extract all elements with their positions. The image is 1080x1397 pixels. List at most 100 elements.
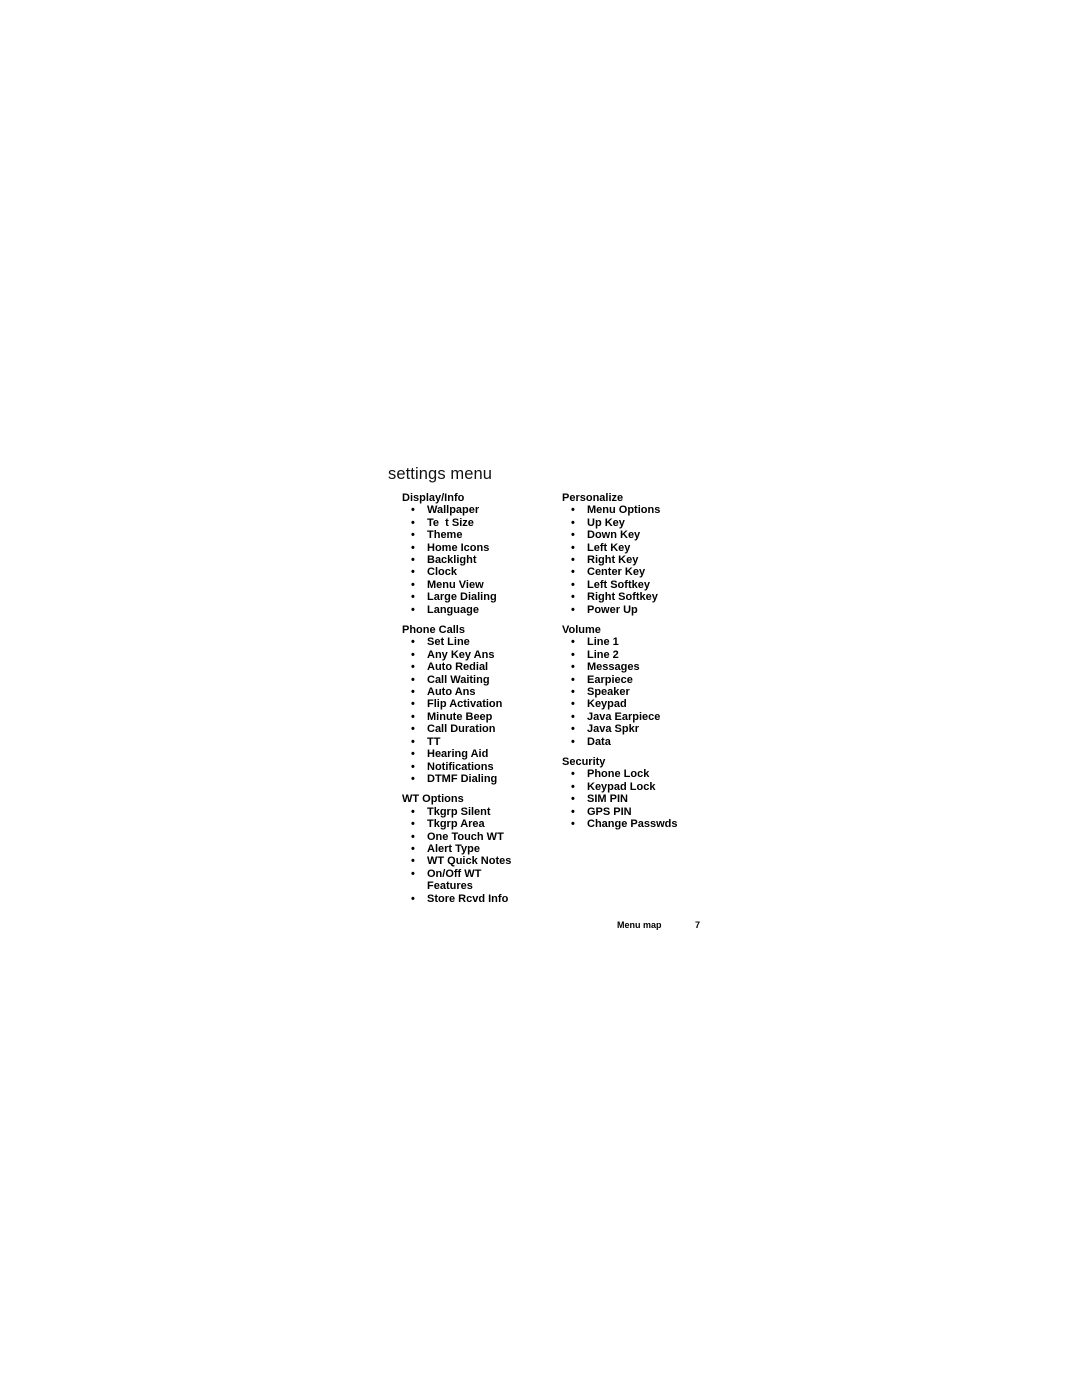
menu-item-label: Alert Type	[427, 842, 480, 855]
bullet-icon: •	[571, 686, 575, 699]
menu-item-list: • Set Line • Any Key Ans • Auto Redial • Call W…	[402, 636, 552, 785]
right-column: Personalize • Menu Options • Up Key • Down Key…	[562, 492, 712, 839]
menu-item: • Tkgrp Area	[402, 818, 527, 830]
menu-item-list: • Wallpaper • Te t Size • Theme • Home Icons • Ba…	[402, 504, 552, 616]
menu-item: • Wallpaper	[402, 504, 527, 516]
page-footer: Menu map 7	[617, 920, 700, 930]
page-number: 7	[695, 920, 701, 930]
section-heading: Display/Info	[402, 492, 465, 504]
bullet-icon: •	[571, 673, 575, 686]
menu-item-label: TT	[427, 735, 441, 748]
bullet-icon: •	[411, 710, 415, 723]
section-heading: WT Options	[402, 793, 464, 806]
bullet-icon: •	[411, 805, 415, 818]
bullet-icon: •	[411, 541, 415, 554]
bullet-icon: •	[411, 748, 415, 761]
bullet-icon: •	[411, 760, 415, 773]
menu-item-label: Line 2	[587, 648, 619, 661]
menu-item-label: Data	[587, 735, 611, 748]
menu-item: • Line 2	[562, 649, 687, 661]
bullet-icon: •	[411, 772, 415, 785]
menu-item-label: Keypad Lock	[587, 780, 656, 793]
menu-item: • Call Duration	[402, 723, 527, 735]
bullet-icon: •	[411, 830, 415, 843]
bullet-icon: •	[411, 566, 415, 579]
menu-item-label: Minute Beep	[427, 710, 493, 723]
menu-item-label: Any Key Ans	[427, 648, 495, 661]
menu-item-label: Earpiece	[587, 673, 633, 686]
menu-item: • GPS PIN	[562, 806, 687, 818]
menu-item: • Keypad	[562, 698, 687, 710]
menu-item: • Left Key	[562, 542, 687, 554]
menu-item: • Java Spkr	[562, 723, 687, 735]
menu-section-wt-options: WT Options • Tkgrp Silent • Tkgrp Area • One T…	[402, 793, 552, 905]
menu-item: • Change Passwds	[562, 818, 687, 830]
menu-item-label: Speaker	[587, 686, 630, 699]
section-heading: Phone Calls	[402, 624, 465, 637]
menu-item: • Menu Options	[562, 504, 687, 516]
menu-item-label: Menu Options	[587, 504, 661, 517]
menu-item-list: • Menu Options • Up Key • Down Key • Left Key • R…	[562, 504, 712, 616]
bullet-icon: •	[571, 541, 575, 554]
menu-item-label: Keypad	[587, 698, 627, 711]
menu-item: • Phone Lock	[562, 768, 687, 780]
menu-item: • Backlight	[402, 554, 527, 566]
menu-item: • On/Off WT Features	[402, 868, 527, 893]
menu-item: • Clock	[402, 566, 527, 578]
bullet-icon: •	[571, 529, 575, 542]
menu-item-label: Hearing Aid	[427, 748, 489, 761]
bullet-icon: •	[411, 818, 415, 831]
menu-item: • SIM PIN	[562, 793, 687, 805]
menu-item-list: • Line 1 • Line 2 • Messages • Earpiece • Speaker…	[562, 636, 712, 748]
bullet-icon: •	[411, 504, 415, 517]
menu-item-label: DTMF Dialing	[427, 772, 498, 785]
menu-item-label: Right Softkey	[587, 591, 658, 604]
menu-item-list: • Tkgrp Silent • Tkgrp Area • One Touch WT • Al…	[402, 806, 552, 905]
menu-item-label: Call Waiting	[427, 673, 490, 686]
bullet-icon: •	[411, 867, 415, 880]
menu-item-label: Home Icons	[427, 541, 490, 554]
bullet-icon: •	[571, 723, 575, 736]
menu-item: • Notifications	[402, 761, 527, 773]
menu-item-label: Theme	[427, 529, 463, 542]
menu-item: • Speaker	[562, 686, 687, 698]
bullet-icon: •	[571, 780, 575, 793]
menu-item: • Language	[402, 604, 527, 616]
menu-item: • Right Key	[562, 554, 687, 566]
menu-section-phone-calls: Phone Calls • Set Line • Any Key Ans • Auto Re…	[402, 624, 552, 785]
menu-item: • Tkgrp Silent	[402, 806, 527, 818]
menu-item-label: Messages	[587, 661, 640, 674]
menu-item-label: On/Off WT Features	[427, 867, 485, 893]
menu-item-label: Call Duration	[427, 723, 496, 736]
bullet-icon: •	[571, 554, 575, 567]
footer-section-label: Menu map	[617, 920, 662, 930]
bullet-icon: •	[571, 735, 575, 748]
menu-item-label: Language	[427, 603, 479, 616]
menu-item-label: One Touch WT	[427, 830, 504, 843]
menu-item: • Alert Type	[402, 843, 527, 855]
menu-item-label: Store Rcvd Info	[427, 892, 509, 905]
menu-item-label: Tkgrp Silent	[427, 805, 491, 818]
menu-item-label: Change Passwds	[587, 818, 678, 831]
section-heading: Security	[562, 756, 606, 769]
bullet-icon: •	[411, 735, 415, 748]
bullet-icon: •	[411, 591, 415, 604]
menu-item-label: Notifications	[427, 760, 494, 773]
menu-item: • Right Softkey	[562, 591, 687, 603]
menu-item: • DTMF Dialing	[402, 773, 527, 785]
menu-item: • WT Quick Notes	[402, 855, 527, 867]
menu-item: • Call Waiting	[402, 674, 527, 686]
menu-item-label: WT Quick Notes	[427, 855, 512, 868]
left-column: Display/Info • Wallpaper • Te t Size • Theme • H…	[402, 492, 552, 913]
bullet-icon: •	[571, 516, 575, 529]
menu-item-label: Auto Ans	[427, 686, 476, 699]
bullet-icon: •	[571, 504, 575, 517]
bullet-icon: •	[411, 529, 415, 542]
menu-item: • Keypad Lock	[562, 781, 687, 793]
bullet-icon: •	[571, 636, 575, 649]
menu-item-label: Flip Activation	[427, 698, 503, 711]
menu-item-label: Power Up	[587, 603, 638, 616]
menu-item-label: Tkgrp Area	[427, 818, 485, 831]
menu-item-label: GPS PIN	[587, 805, 632, 818]
bullet-icon: •	[571, 793, 575, 806]
